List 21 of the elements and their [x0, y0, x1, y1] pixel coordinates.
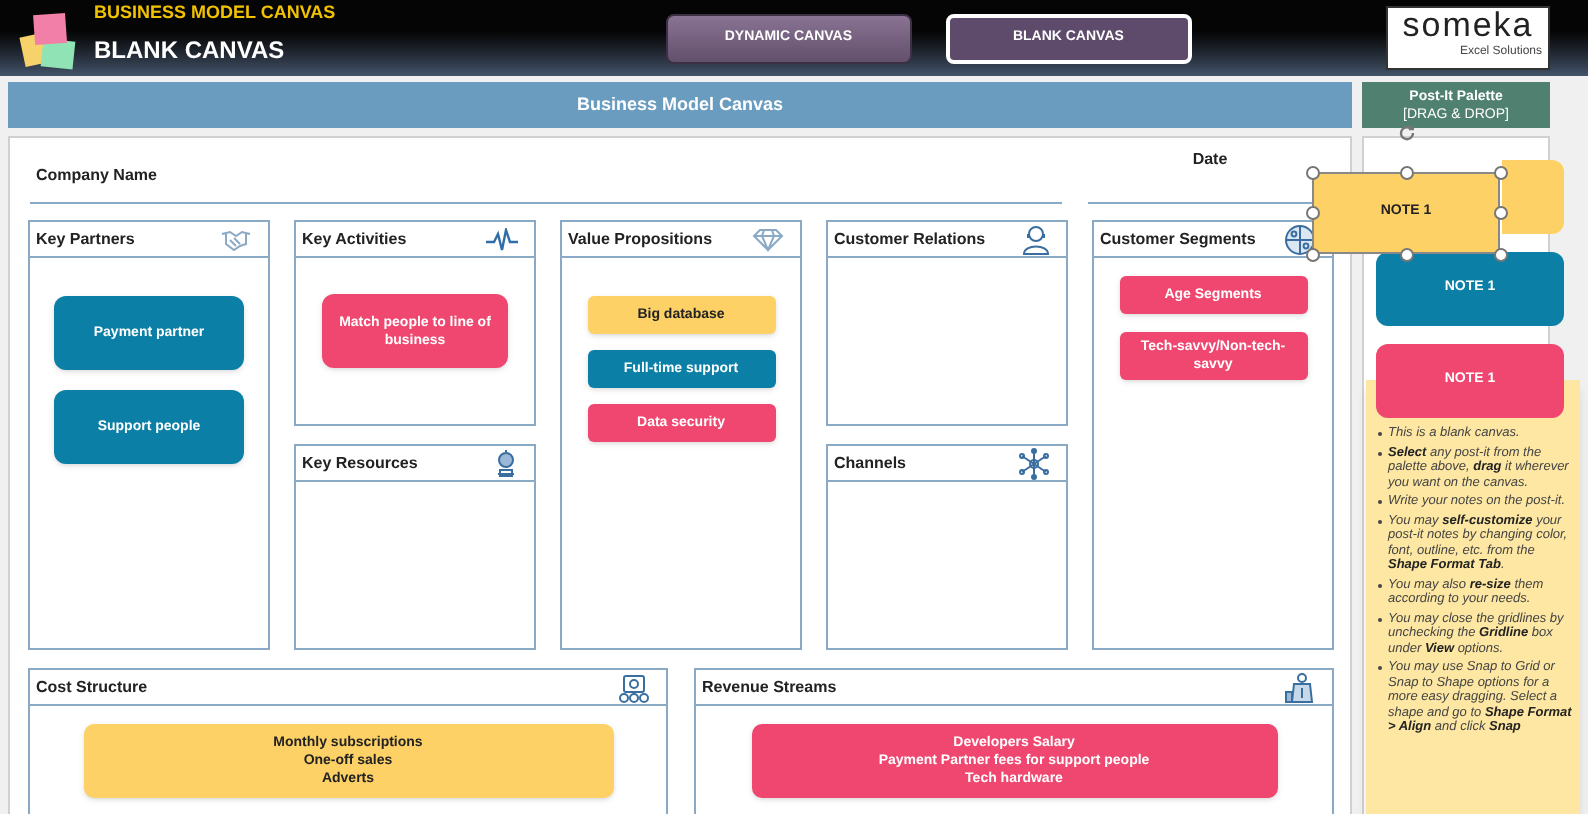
handshake-icon [220, 227, 252, 251]
block-title: Customer Segments [1100, 227, 1256, 251]
block-title: Cost Structure [36, 675, 148, 699]
diamond-icon [752, 227, 784, 251]
rotate-handle[interactable] [1398, 124, 1416, 142]
logo-name: someka [1402, 8, 1534, 44]
page-title: BLANK CANVAS [94, 35, 287, 63]
date-label: Date [1192, 148, 1228, 172]
pulse-icon [486, 227, 518, 251]
block-title: Key Resources [302, 451, 418, 475]
block-title: Value Propositions [568, 227, 713, 251]
block-title: Revenue Streams [702, 675, 837, 699]
person-icon [1022, 223, 1050, 255]
banner: Business Model Canvas [8, 82, 1352, 128]
company-label: Company Name [36, 166, 157, 184]
block-title: Customer Relations [834, 227, 986, 251]
block-title: Key Activities [302, 227, 407, 251]
block-title: Key Partners [36, 227, 135, 251]
network-icon [1018, 447, 1050, 479]
block-title: Channels [834, 451, 907, 475]
app-subtitle: BUSINESS MODEL CANVAS [94, 1, 336, 23]
